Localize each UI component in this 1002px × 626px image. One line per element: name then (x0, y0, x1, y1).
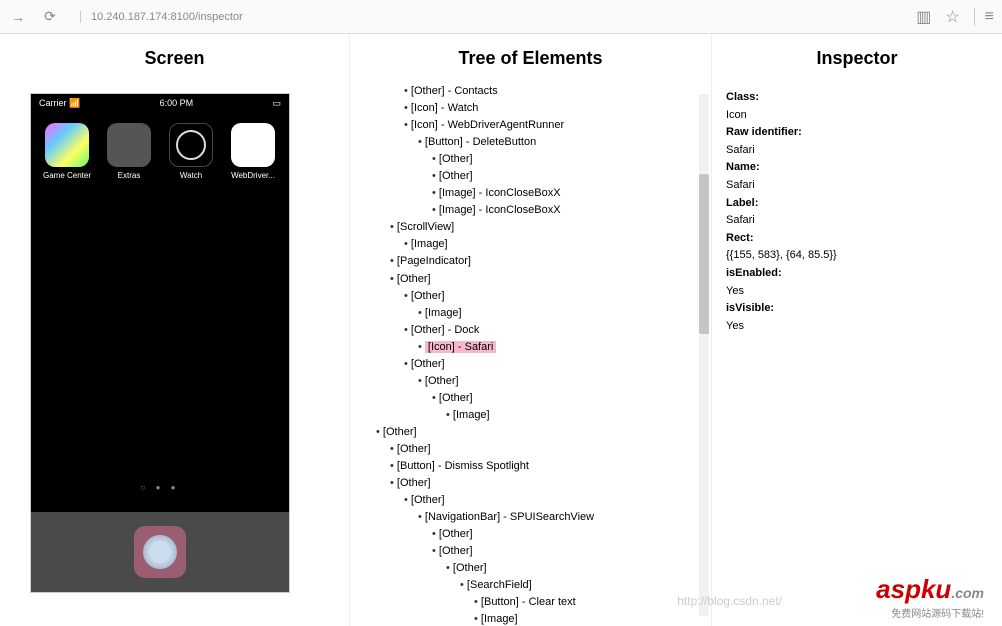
app-label: Game Center (43, 171, 91, 180)
tree-node[interactable]: [Other] (376, 390, 703, 407)
inspector-row: Name:Safari (726, 159, 988, 194)
tree-node[interactable]: [Other] (376, 441, 703, 458)
inspector-row: isEnabled:Yes (726, 265, 988, 300)
app-label: WebDriver... (229, 171, 277, 180)
device-screenshot: Carrier 📶 6:00 PM ▭ Game Center Extras Wat… (30, 93, 290, 593)
tree-node[interactable]: [Other] (376, 288, 703, 305)
tree-node[interactable]: [Button] - DeleteButton (376, 134, 703, 151)
inspector-row: isVisible:Yes (726, 300, 988, 335)
tree-node[interactable]: [Other] (376, 492, 703, 509)
tree-node[interactable]: [Other] (376, 356, 703, 373)
tree-node[interactable]: [Other] (376, 271, 703, 288)
app-label: Extras (105, 171, 153, 180)
tree-node[interactable]: [ScrollView] (376, 219, 703, 236)
tree-node[interactable]: [SearchField] (376, 577, 703, 594)
page-indicator: ○ ● ● (31, 483, 289, 492)
inspector-row: Class:Icon (726, 89, 988, 124)
tree-node[interactable]: [Other] (376, 526, 703, 543)
address-bar[interactable]: 10.240.187.174:8100/inspector (80, 11, 243, 23)
tree-node[interactable]: [Other] (376, 543, 703, 560)
app-webdriver-[interactable]: WebDriver... (229, 123, 277, 180)
watermark-url: http://blog.csdn.net/ (677, 594, 782, 608)
tree-node[interactable]: [Other] (376, 373, 703, 390)
tree-node[interactable]: [PageIndicator] (376, 253, 703, 270)
screen-column: Screen Carrier 📶 6:00 PM ▭ Game Center Ex… (0, 34, 350, 626)
app-icon (231, 123, 275, 167)
clock-label: 6:00 PM (160, 98, 194, 109)
menu-icon[interactable]: ≡ (974, 8, 994, 26)
safari-icon[interactable] (134, 526, 186, 578)
carrier-label: Carrier 📶 (39, 98, 80, 109)
app-icon (45, 123, 89, 167)
tree-heading: Tree of Elements (350, 34, 711, 83)
tree-node[interactable]: [Button] - Dismiss Spotlight (376, 458, 703, 475)
tree-node[interactable]: [Image] - IconCloseBoxX (376, 185, 703, 202)
tree-node[interactable]: [Button] - Clear text (376, 594, 703, 611)
tree-node[interactable]: [Other] - Contacts (376, 83, 703, 100)
app-icon (107, 123, 151, 167)
screen-heading: Screen (0, 34, 349, 83)
inspector-column: Inspector Class:IconRaw identifier:Safar… (712, 34, 1002, 626)
tree-node[interactable]: [NavigationBar] - SPUISearchView (376, 509, 703, 526)
inspector-row: Rect:{{155, 583}, {64, 85.5}} (726, 230, 988, 265)
tree-node[interactable]: [Image] (376, 305, 703, 322)
favorite-icon[interactable]: ☆ (945, 7, 959, 27)
inspector-heading: Inspector (712, 34, 1002, 83)
tree-node[interactable]: [Image] (376, 611, 703, 626)
scrollbar-thumb[interactable] (699, 174, 709, 334)
inspector-row: Raw identifier:Safari (726, 124, 988, 159)
tree-scrollbar[interactable] (699, 94, 709, 616)
refresh-button[interactable]: ⟳ (40, 7, 60, 27)
inspector-properties: Class:IconRaw identifier:SafariName:Safa… (712, 83, 1002, 341)
tree-node[interactable]: [Image] (376, 407, 703, 424)
watermark-logo: aspku.com 免费网站源码下载站! (876, 574, 984, 620)
browser-toolbar: → ⟳ 10.240.187.174:8100/inspector ▥ ☆ ≡ (0, 0, 1002, 34)
tree-node[interactable]: [Other] (376, 168, 703, 185)
app-icon (169, 123, 213, 167)
forward-button[interactable]: → (8, 7, 28, 27)
reading-list-icon[interactable]: ▥ (916, 7, 931, 27)
tree-node[interactable]: [Icon] - WebDriverAgentRunner (376, 117, 703, 134)
app-extras[interactable]: Extras (105, 123, 153, 180)
tree-node-selected[interactable]: [Icon] - Safari (376, 339, 703, 356)
tree-node[interactable]: [Image] - IconCloseBoxX (376, 202, 703, 219)
app-game-center[interactable]: Game Center (43, 123, 91, 180)
tree-node[interactable]: [Other] (376, 560, 703, 577)
tree-node[interactable]: [Other] (376, 475, 703, 492)
element-tree[interactable]: [Other] - Contacts[Icon] - Watch[Icon] -… (350, 83, 711, 626)
tree-node[interactable]: [Other] (376, 424, 703, 441)
tree-column: Tree of Elements [Other] - Contacts[Icon… (350, 34, 712, 626)
battery-icon: ▭ (272, 98, 281, 109)
app-watch[interactable]: Watch (167, 123, 215, 180)
app-label: Watch (167, 171, 215, 180)
tree-node[interactable]: [Icon] - Watch (376, 100, 703, 117)
tree-node[interactable]: [Other] (376, 151, 703, 168)
inspector-row: Label:Safari (726, 195, 988, 230)
dock (31, 512, 289, 592)
tree-node[interactable]: [Other] - Dock (376, 322, 703, 339)
tree-node[interactable]: [Image] (376, 236, 703, 253)
